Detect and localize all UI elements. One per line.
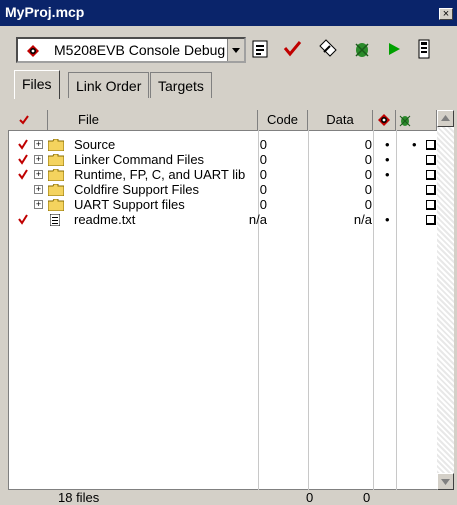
debug-icon[interactable]	[352, 38, 372, 60]
text-file-icon	[50, 214, 60, 226]
expand-icon[interactable]: +	[34, 200, 43, 209]
target-icon	[378, 114, 390, 126]
header-bug-column[interactable]	[396, 110, 437, 130]
code-value: 0	[259, 137, 267, 152]
data-value: 0	[364, 167, 372, 182]
check-icon[interactable]	[18, 153, 28, 165]
file-name: Runtime, FP, C, and UART lib	[74, 167, 246, 182]
close-button[interactable]: ×	[439, 8, 453, 20]
data-value: 0	[364, 182, 372, 197]
data-value: 0	[364, 152, 372, 167]
bug-icon	[399, 115, 411, 127]
check-icon[interactable]	[18, 138, 28, 150]
data-value: n/a	[353, 212, 372, 227]
table-row[interactable]: + UART Support files 0 0	[8, 197, 437, 213]
vertical-scrollbar[interactable]	[437, 110, 454, 490]
file-name: UART Support files	[74, 197, 185, 212]
file-count: 18 files	[58, 490, 100, 505]
synchronize-icon[interactable]	[282, 38, 302, 60]
tab-files[interactable]: Files	[14, 70, 60, 99]
touch-icon[interactable]	[426, 200, 436, 210]
target-settings-icon[interactable]	[250, 38, 270, 60]
target-select[interactable]: M5208EVB Console Debug	[16, 37, 246, 63]
check-icon	[19, 115, 29, 125]
code-value: 0	[259, 182, 267, 197]
header-code[interactable]: Code	[258, 110, 308, 130]
project-inspector-icon[interactable]	[414, 38, 434, 60]
make-icon[interactable]	[318, 38, 338, 60]
window-title: MyProj.mcp	[5, 4, 85, 20]
target-select-value: M5208EVB Console Debug	[54, 42, 226, 58]
chevron-down-icon	[441, 479, 450, 485]
debug-marker[interactable]: •	[385, 137, 390, 152]
touch-icon[interactable]	[426, 185, 436, 195]
check-icon[interactable]	[18, 213, 28, 225]
data-value: 0	[364, 197, 372, 212]
touch-icon[interactable]	[426, 155, 436, 165]
header-file[interactable]: File	[48, 110, 258, 130]
expand-icon[interactable]: +	[34, 185, 43, 194]
folder-icon	[48, 154, 64, 166]
debug-marker[interactable]: •	[385, 167, 390, 182]
file-name: readme.txt	[74, 212, 136, 227]
code-value: 0	[259, 152, 267, 167]
target-icon	[27, 45, 39, 57]
table-row[interactable]: + Runtime, FP, C, and UART lib 0 0 •	[8, 167, 437, 183]
chevron-down-icon[interactable]	[227, 39, 244, 61]
header-check-column[interactable]	[8, 110, 48, 130]
touch-icon[interactable]	[426, 140, 436, 150]
touch-icon[interactable]	[426, 215, 436, 225]
check-icon[interactable]	[18, 168, 28, 180]
status-bar: 18 files 0 0	[8, 490, 444, 505]
folder-icon	[48, 184, 64, 196]
expand-icon[interactable]: +	[34, 155, 43, 164]
table-row[interactable]: readme.txt n/a n/a •	[8, 212, 437, 228]
folder-icon	[48, 169, 64, 181]
code-value: 0	[259, 197, 267, 212]
code-value: 0	[259, 167, 267, 182]
chevron-up-icon	[441, 115, 450, 121]
file-name: Source	[74, 137, 116, 152]
code-value: n/a	[248, 212, 267, 227]
scrollbar-track[interactable]	[437, 110, 454, 490]
debug-marker[interactable]: •	[385, 152, 390, 167]
header-data[interactable]: Data	[308, 110, 373, 130]
code-total: 0	[306, 490, 314, 505]
debug-marker[interactable]: •	[385, 212, 390, 227]
scroll-down-button[interactable]	[437, 473, 454, 490]
bug-marker[interactable]: •	[412, 137, 417, 152]
file-name: Linker Command Files	[74, 152, 205, 167]
file-list-header: File Code Data	[8, 110, 437, 131]
file-name: Coldfire Support Files	[74, 182, 199, 197]
table-row[interactable]: + Linker Command Files 0 0 •	[8, 152, 437, 168]
data-total: 0	[363, 490, 371, 505]
touch-icon[interactable]	[426, 170, 436, 180]
table-row[interactable]: + Coldfire Support Files 0 0	[8, 182, 437, 198]
scroll-up-button[interactable]	[437, 110, 454, 127]
table-row[interactable]: + Source 0 0 • •	[8, 137, 437, 153]
tab-link-order[interactable]: Link Order	[68, 72, 150, 98]
header-debug-column[interactable]	[373, 110, 396, 130]
tab-targets[interactable]: Targets	[150, 72, 212, 98]
data-value: 0	[364, 137, 372, 152]
expand-icon[interactable]: +	[34, 170, 43, 179]
folder-icon	[48, 199, 64, 211]
folder-icon	[48, 139, 64, 151]
expand-icon[interactable]: +	[34, 140, 43, 149]
run-icon[interactable]	[384, 38, 404, 60]
